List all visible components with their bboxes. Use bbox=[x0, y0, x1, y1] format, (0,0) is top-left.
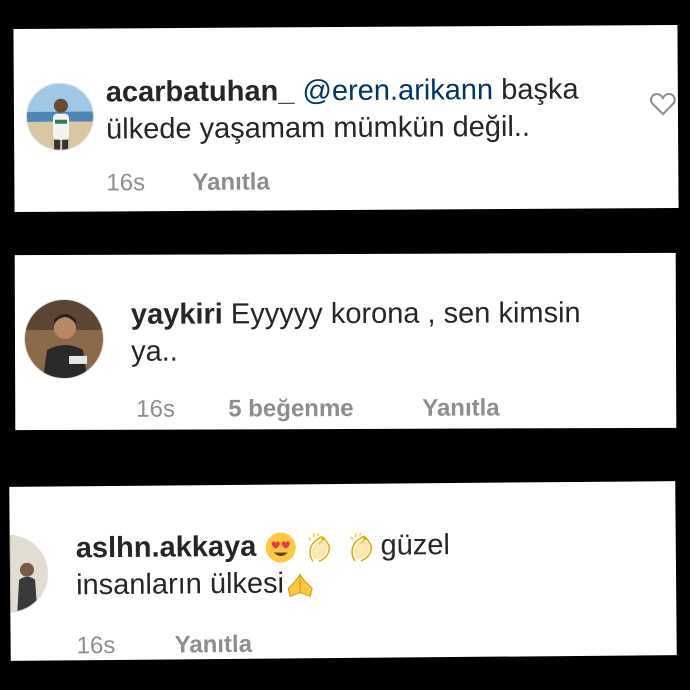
comment-card-3: aslhn.akkaya güzel insanların ülkesi 16s… bbox=[9, 481, 677, 661]
timestamp: 16s bbox=[136, 395, 175, 423]
comment-body: Eyyyyy korona , sen kimsin bbox=[230, 297, 581, 331]
comment-card-1: acarbatuhan_ @eren.arikann başka ülkede … bbox=[13, 24, 679, 213]
comment-body: başka bbox=[501, 73, 579, 107]
comment-body-line2: ya.. bbox=[130, 335, 178, 368]
comment-body-line2: insanların ülkesi bbox=[75, 567, 285, 602]
avatar[interactable] bbox=[25, 82, 95, 151]
username[interactable]: yaykiri bbox=[131, 298, 223, 330]
username[interactable]: acarbatuhan_ bbox=[106, 75, 295, 108]
reply-button[interactable]: Yanıtla bbox=[192, 168, 270, 196]
folded-hands-emoji-icon bbox=[287, 573, 313, 598]
clapping-hands-emoji-icon bbox=[349, 532, 372, 562]
comment-text: aslhn.akkaya güzel insanların ülkesi bbox=[76, 525, 657, 604]
comment-card-2: yaykiri Eyyyyy korona , sen kimsin ya.. … bbox=[14, 252, 677, 431]
reply-button[interactable]: Yanıtla bbox=[175, 631, 253, 660]
avatar[interactable] bbox=[9, 534, 49, 614]
comment-body-line2: ülkede yaşamam mümkün değil.. bbox=[105, 110, 531, 146]
comment-body: güzel bbox=[380, 529, 451, 562]
comment-meta: 16s 5 beğenme Yanıtla bbox=[136, 394, 636, 426]
comment-meta: 16s Yanıtla bbox=[77, 629, 477, 661]
avatar-photo-man bbox=[24, 299, 104, 379]
likes-count[interactable]: 5 beğenme bbox=[228, 395, 353, 423]
avatar-photo-beach bbox=[26, 83, 94, 150]
heart-eyes-emoji-icon bbox=[265, 532, 296, 563]
username[interactable]: aslhn.akkaya bbox=[76, 531, 257, 565]
clapping-hands-emoji-icon bbox=[307, 533, 330, 563]
timestamp: 16s bbox=[76, 631, 116, 660]
comment-meta: 16s Yanıtla bbox=[106, 167, 506, 199]
avatar[interactable] bbox=[23, 298, 105, 380]
reply-button[interactable]: Yanıtla bbox=[422, 394, 499, 422]
mention-link[interactable]: @eren.arikann bbox=[302, 74, 493, 107]
like-heart-icon[interactable] bbox=[650, 92, 676, 116]
comment-text: yaykiri Eyyyyy korona , sen kimsin ya.. bbox=[131, 295, 671, 371]
avatar-photo-woman bbox=[9, 535, 48, 613]
comment-text: acarbatuhan_ @eren.arikann başka ülkede … bbox=[106, 71, 626, 148]
timestamp: 16s bbox=[106, 169, 146, 197]
